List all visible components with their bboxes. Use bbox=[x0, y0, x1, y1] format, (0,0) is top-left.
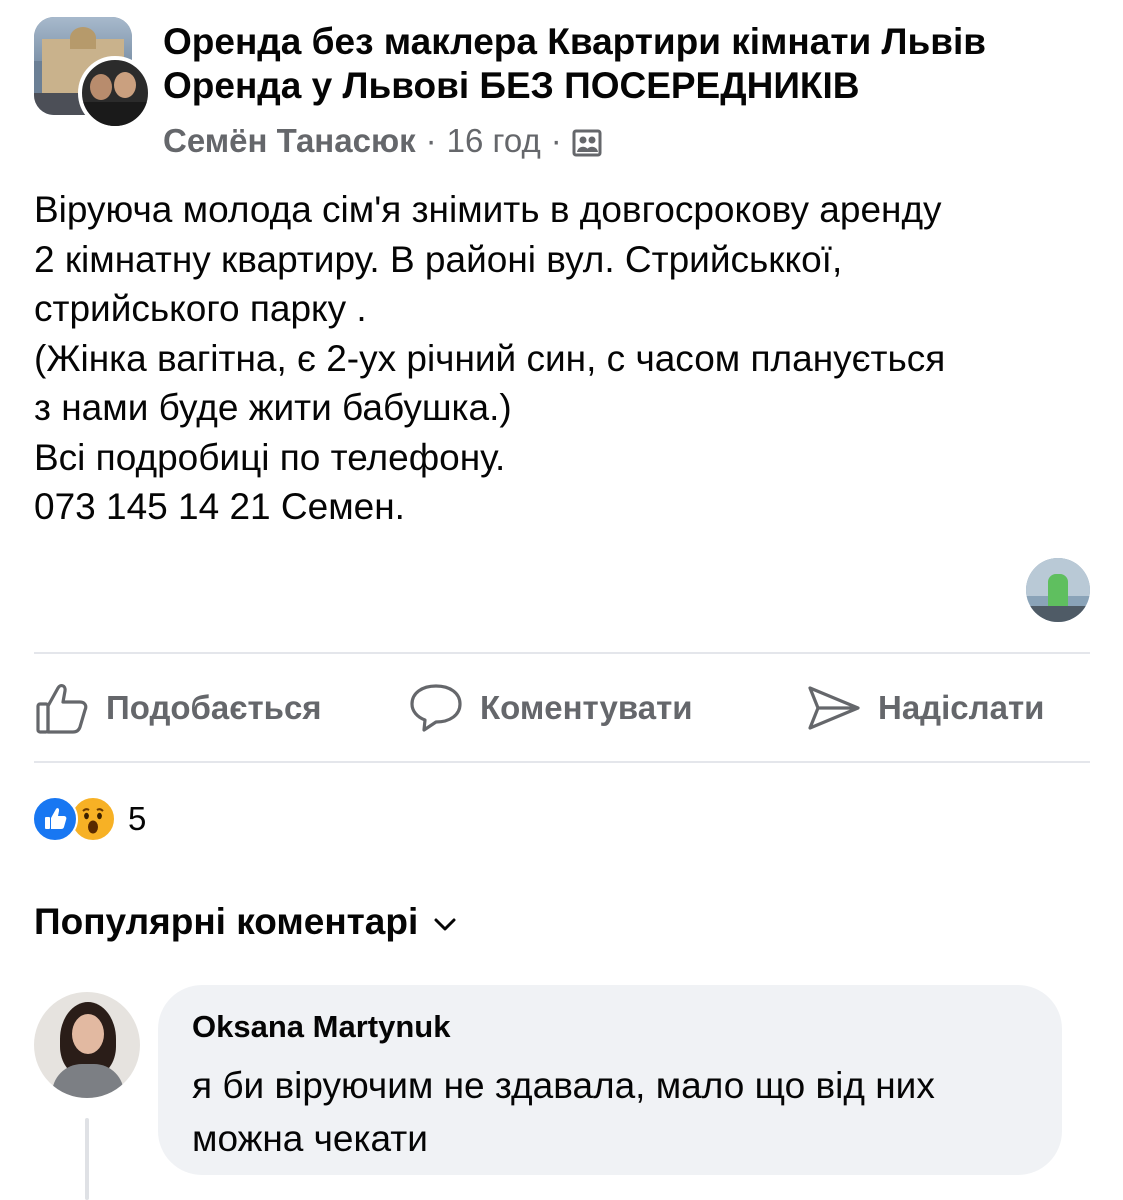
post-timestamp[interactable]: 16 год bbox=[447, 122, 541, 160]
comment-button[interactable]: Коментувати bbox=[408, 674, 693, 742]
send-label: Надіслати bbox=[878, 689, 1045, 726]
meta-separator: · bbox=[425, 122, 437, 159]
comment-author-link[interactable]: Oksana Martynuk bbox=[192, 1007, 1030, 1047]
comment-bubble[interactable]: Oksana Martynuk я би віруючим не здавала… bbox=[158, 985, 1062, 1175]
post-line: 2 кімнатну квартиру. В районі вул. Стрий… bbox=[34, 238, 843, 280]
comments-sort-label: Популярні коментарі bbox=[34, 901, 419, 942]
like-label: Подобається bbox=[106, 689, 322, 726]
reaction-count: 5 bbox=[128, 800, 147, 837]
thumbs-up-icon bbox=[34, 680, 90, 736]
comment-line: я би віруючим не здавала, мало що від ни… bbox=[192, 1065, 935, 1106]
post-line: (Жінка вагітна, є 2-ух річний син, с час… bbox=[34, 337, 946, 379]
comment-bubble-icon bbox=[408, 680, 464, 736]
comment-line: можна чекати bbox=[192, 1118, 428, 1159]
post-line: з нами буде жити бабушка.) bbox=[34, 387, 512, 428]
reactions-summary[interactable]: 5 bbox=[32, 796, 146, 842]
send-button[interactable]: Надіслати bbox=[806, 674, 1044, 742]
send-icon bbox=[806, 680, 862, 736]
post-line: Віруюча молода сім'я знімить в довгосрок… bbox=[34, 189, 942, 230]
author-name-link[interactable]: Семён Танасюк bbox=[163, 122, 416, 160]
post-line: стрийського парку . bbox=[34, 288, 367, 329]
post-meta: Семён Танасюк · 16 год · bbox=[163, 121, 602, 161]
comment-text: я би віруючим не здавала, мало що від ни… bbox=[192, 1059, 1030, 1165]
post-line[interactable]: 073 145 14 21 Семен. bbox=[34, 482, 1094, 532]
post-body: Віруюча молода сім'я знімить в довгосрок… bbox=[34, 185, 1094, 532]
comments-sort-dropdown[interactable]: Популярні коментарі bbox=[34, 896, 458, 948]
group-name-link[interactable]: Оренда без маклера Квартири кімнати Льві… bbox=[163, 20, 1083, 108]
post-line: Всі подробиці по телефону. bbox=[34, 436, 506, 478]
seen-by-avatar[interactable] bbox=[1026, 558, 1090, 622]
commenter-avatar[interactable] bbox=[34, 992, 140, 1098]
reply-thread-line bbox=[85, 1118, 89, 1200]
meta-separator-2: · bbox=[550, 122, 562, 159]
chevron-down-icon bbox=[432, 901, 458, 943]
author-avatar[interactable] bbox=[78, 56, 152, 130]
divider bbox=[34, 652, 1090, 654]
members-icon bbox=[572, 127, 602, 157]
like-icon bbox=[32, 796, 78, 842]
like-button[interactable]: Подобається bbox=[34, 674, 322, 742]
divider bbox=[34, 761, 1090, 763]
comment-label: Коментувати bbox=[480, 689, 693, 726]
